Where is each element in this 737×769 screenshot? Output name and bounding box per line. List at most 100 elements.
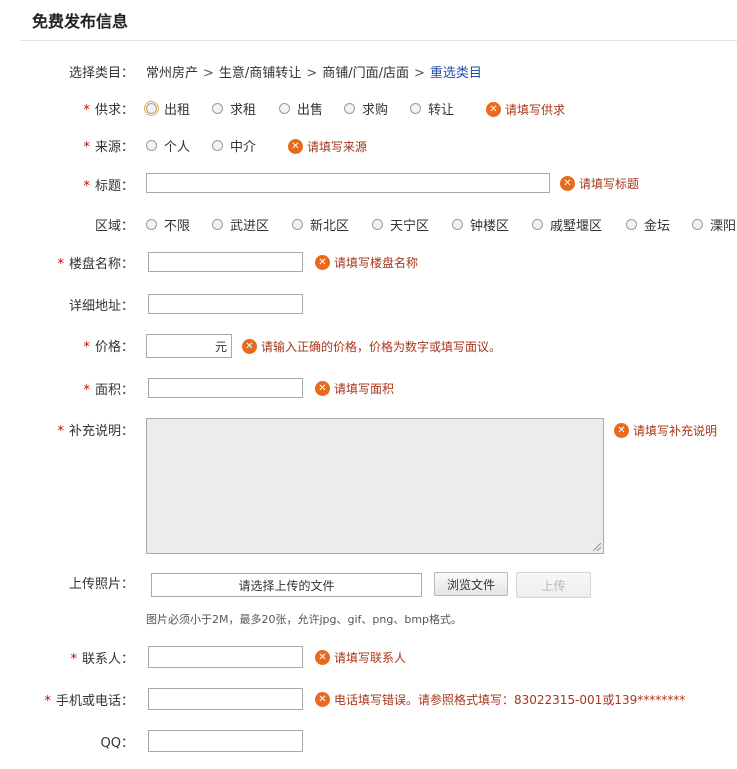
error-x-icon: ✕ xyxy=(560,176,575,191)
reselect-category-link[interactable]: 重选类目 xyxy=(430,66,482,81)
radio-circle-icon[interactable] xyxy=(144,101,159,116)
source-label-text: 来源： xyxy=(94,140,134,155)
radio-circle-icon[interactable] xyxy=(410,103,421,114)
error-x-icon: ✕ xyxy=(315,381,330,396)
upload-button[interactable]: 上传 xyxy=(516,572,591,598)
supply-label: * 供求： xyxy=(16,99,134,118)
error-text: 请填写来源 xyxy=(307,140,368,154)
description-label-text: 补充说明： xyxy=(68,424,134,439)
qq-input[interactable] xyxy=(148,730,303,752)
radio-district-qishuyan[interactable]: 戚墅堰区 xyxy=(532,215,602,234)
building-error: ✕ 请填写楼盘名称 xyxy=(315,254,418,271)
error-text: 请填写楼盘名称 xyxy=(334,256,419,270)
radio-district-tianning[interactable]: 天宁区 xyxy=(372,215,429,234)
page-title: 免费发布信息 xyxy=(32,12,129,31)
radio-district-zhonglou[interactable]: 钟楼区 xyxy=(452,215,509,234)
radio-circle-icon[interactable] xyxy=(532,219,543,230)
breadcrumb-separator: > xyxy=(306,66,318,81)
required-mark: * xyxy=(44,694,51,709)
radio-label: 新北区 xyxy=(310,219,350,234)
required-mark: * xyxy=(83,383,90,398)
phone-error: ✕ 电话填写错误。请参照格式填写：83022315-001或139******** xyxy=(315,691,685,708)
radio-label: 求租 xyxy=(230,103,257,118)
source-radio-group: 个人 中介 xyxy=(146,136,256,155)
title-label-text: 标题： xyxy=(94,179,134,194)
radio-supply-transfer[interactable]: 转让 xyxy=(410,99,454,118)
supply-label-text: 供求： xyxy=(94,103,134,118)
radio-district-jintan[interactable]: 金坛 xyxy=(626,215,670,234)
radio-circle-icon[interactable] xyxy=(279,103,290,114)
contact-error: ✕ 请填写联系人 xyxy=(315,649,406,666)
title-input[interactable] xyxy=(146,173,550,193)
radio-district-wujin[interactable]: 武进区 xyxy=(212,215,269,234)
radio-circle-icon[interactable] xyxy=(212,140,223,151)
required-mark: * xyxy=(83,103,90,118)
radio-source-personal[interactable]: 个人 xyxy=(146,136,190,155)
supply-error: ✕ 请填写供求 xyxy=(486,101,565,118)
supply-radio-group: 出租 求租 出售 求购 转让 xyxy=(144,99,454,118)
photos-label: 上传照片： xyxy=(68,577,134,592)
error-x-icon: ✕ xyxy=(288,139,303,154)
description-error: ✕ 请填写补充说明 xyxy=(614,422,717,439)
area-label: * 面积： xyxy=(16,379,134,398)
building-label-text: 楼盘名称： xyxy=(68,257,134,272)
browse-file-button[interactable]: 浏览文件 xyxy=(434,572,508,596)
error-text: 请填写供求 xyxy=(505,103,566,117)
radio-supply-sell[interactable]: 出售 xyxy=(279,99,323,118)
error-x-icon: ✕ xyxy=(242,339,257,354)
radio-circle-icon[interactable] xyxy=(692,219,703,230)
radio-source-agent[interactable]: 中介 xyxy=(212,136,256,155)
error-x-icon: ✕ xyxy=(614,423,629,438)
required-mark: * xyxy=(57,257,64,272)
price-error: ✕ 请输入正确的价格，价格为数字或填写面议。 xyxy=(242,338,501,355)
radio-circle-icon[interactable] xyxy=(212,103,223,114)
required-mark: * xyxy=(83,140,90,155)
description-textarea[interactable] xyxy=(146,418,604,554)
radio-supply-rent-in[interactable]: 求租 xyxy=(212,99,256,118)
contact-input[interactable] xyxy=(148,646,303,668)
radio-label: 出售 xyxy=(297,103,324,118)
address-input[interactable] xyxy=(148,294,303,314)
radio-label: 转让 xyxy=(428,103,455,118)
category-breadcrumb: 常州房产 > 生意/商铺转让 > 商铺/门面/店面 > 重选类目 xyxy=(146,62,482,81)
radio-district-xinbei[interactable]: 新北区 xyxy=(292,215,349,234)
radio-circle-icon[interactable] xyxy=(344,103,355,114)
radio-circle-icon[interactable] xyxy=(146,140,157,151)
radio-circle-icon[interactable] xyxy=(372,219,383,230)
radio-district-any[interactable]: 不限 xyxy=(146,215,190,234)
title-label: * 标题： xyxy=(16,175,134,194)
radio-circle-icon[interactable] xyxy=(452,219,463,230)
radio-circle-icon[interactable] xyxy=(212,219,223,230)
breadcrumb-separator: > xyxy=(413,66,425,81)
phone-input[interactable] xyxy=(148,688,303,710)
error-x-icon: ✕ xyxy=(315,650,330,665)
radio-circle-icon[interactable] xyxy=(146,219,157,230)
radio-label: 武进区 xyxy=(230,219,270,234)
price-input[interactable]: 元 xyxy=(146,334,232,358)
radio-label: 溧阳 xyxy=(710,219,737,234)
qq-label: QQ： xyxy=(100,736,134,751)
radio-circle-icon[interactable] xyxy=(626,219,637,230)
radio-label: 金坛 xyxy=(644,219,671,234)
source-label: * 来源： xyxy=(16,136,134,155)
resize-grip-icon[interactable] xyxy=(593,543,601,551)
radio-district-liyang[interactable]: 溧阳 xyxy=(692,215,736,234)
breadcrumb-item: 生意/商铺转让 xyxy=(218,66,302,81)
file-path-field[interactable]: 请选择上传的文件 xyxy=(151,573,422,597)
title-divider xyxy=(20,40,737,41)
radio-circle-icon[interactable] xyxy=(292,219,303,230)
price-label-text: 价格： xyxy=(94,340,134,355)
radio-supply-rent-out[interactable]: 出租 xyxy=(144,99,190,118)
required-mark: * xyxy=(83,179,90,194)
error-text: 请填写标题 xyxy=(579,177,640,191)
area-error: ✕ 请填写面积 xyxy=(315,380,394,397)
error-text: 请填写补充说明 xyxy=(633,424,718,438)
required-mark: * xyxy=(57,424,64,439)
error-text: 请填写联系人 xyxy=(334,651,407,665)
area-input[interactable] xyxy=(148,378,303,398)
error-text: 电话填写错误。请参照格式填写：83022315-001或139******** xyxy=(334,693,686,707)
building-name-input[interactable] xyxy=(148,252,303,272)
radio-label: 中介 xyxy=(230,140,257,155)
radio-label: 钟楼区 xyxy=(470,219,510,234)
radio-supply-buy[interactable]: 求购 xyxy=(344,99,388,118)
